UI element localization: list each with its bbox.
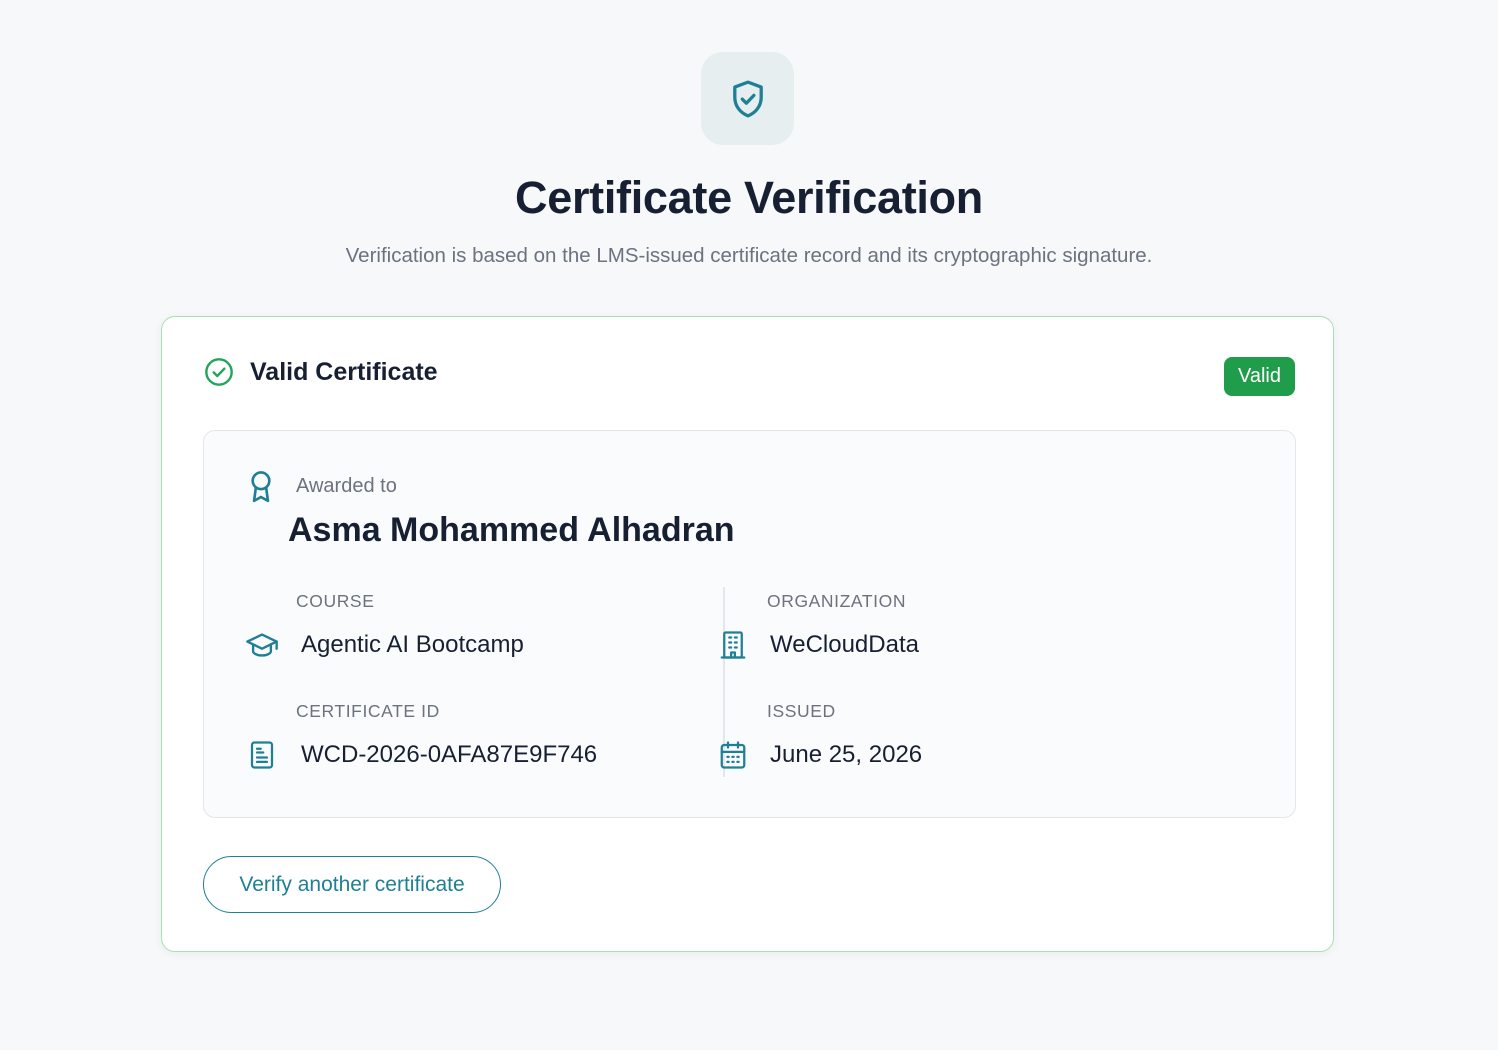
verification-result-card: Valid Certificate Valid Awarded to Asma … xyxy=(161,316,1334,952)
recipient-name: Asma Mohammed Alhadran xyxy=(288,511,735,549)
status-title: Valid Certificate xyxy=(250,357,438,386)
status-row: Valid Certificate xyxy=(202,355,438,389)
status-badge: Valid xyxy=(1224,357,1295,396)
building-icon xyxy=(715,627,751,663)
organization-label: ORGANIZATION xyxy=(767,591,907,611)
check-circle-icon xyxy=(202,355,236,389)
page-title: Certificate Verification xyxy=(515,172,983,223)
certificate-id-value: WCD-2026-0AFA87E9F746 xyxy=(301,741,598,768)
organization-value: WeCloudData xyxy=(770,631,919,658)
award-ribbon-icon xyxy=(244,469,278,510)
graduation-cap-icon xyxy=(244,627,280,663)
course-label: COURSE xyxy=(296,591,375,611)
verify-another-button[interactable]: Verify another certificate xyxy=(203,856,501,913)
certificate-id-label: CERTIFICATE ID xyxy=(296,701,440,721)
awarded-label: Awarded to xyxy=(296,475,397,497)
issued-value: June 25, 2026 xyxy=(770,741,923,768)
verification-page: Certificate Verification Verification is… xyxy=(0,0,1498,1050)
shield-check-icon xyxy=(701,52,794,145)
course-value: Agentic AI Bootcamp xyxy=(301,631,524,658)
page-subtitle: Verification is based on the LMS-issued … xyxy=(345,244,1153,267)
document-icon xyxy=(244,737,280,773)
issued-label: ISSUED xyxy=(767,701,836,721)
calendar-icon xyxy=(715,737,751,773)
certificate-details: Awarded to Asma Mohammed Alhadran COURSE… xyxy=(203,430,1296,818)
